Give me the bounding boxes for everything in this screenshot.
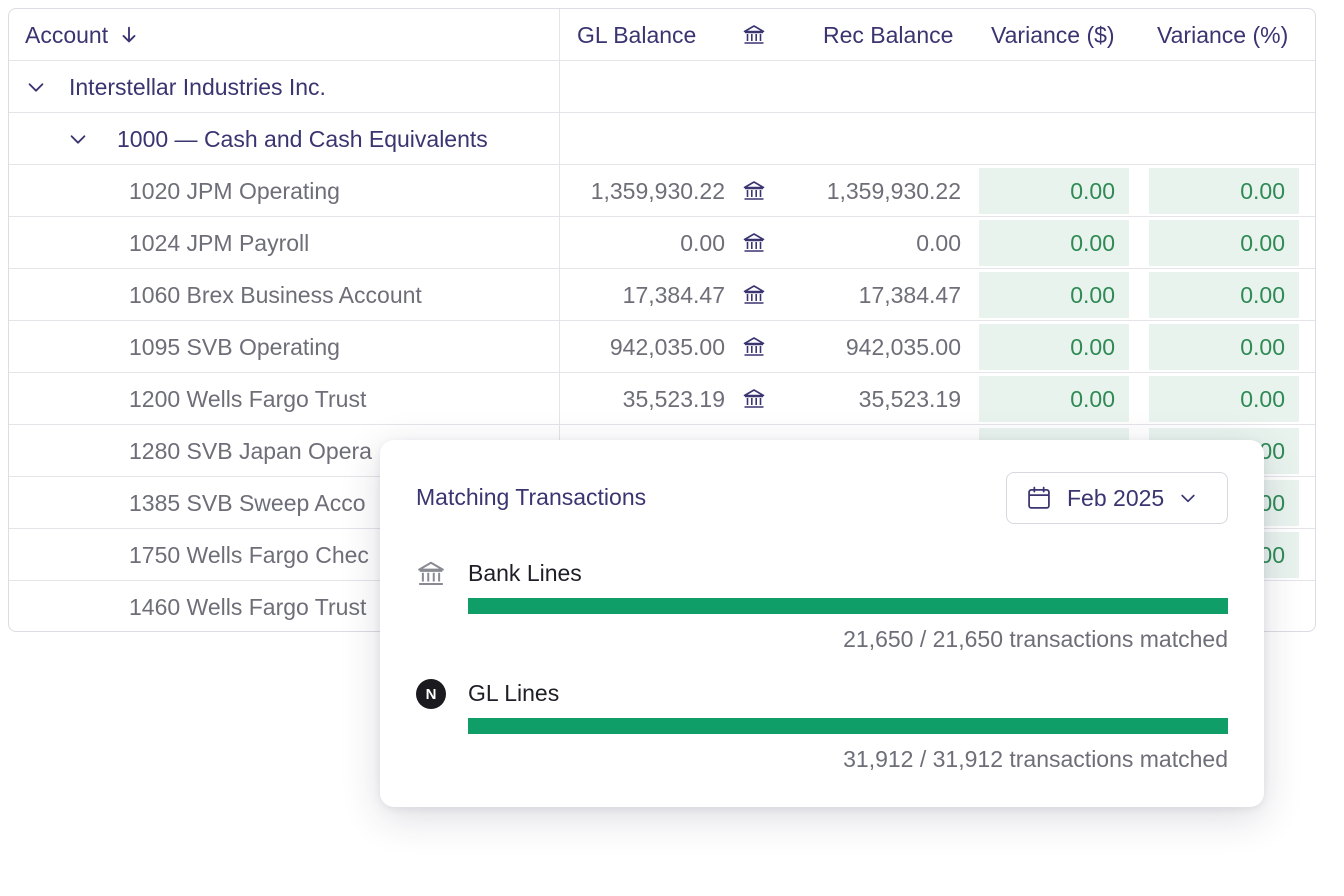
account-row[interactable]: 1095 SVB Operating 942,035.00 942,035.00 0.… — [9, 321, 1315, 373]
gl-balance-value: 0.00 — [680, 229, 725, 256]
account-row[interactable]: 1200 Wells Fargo Trust 35,523.19 35,523.19… — [9, 373, 1315, 425]
variance-pct-cell: 0.00 — [1149, 168, 1299, 214]
column-header-account[interactable]: Account — [25, 9, 140, 61]
column-header-variance-usd[interactable]: Variance ($) — [991, 9, 1115, 61]
account-group-row[interactable]: 1000 — Cash and Cash Equivalents — [9, 113, 1315, 165]
popover-title: Matching Transactions — [416, 484, 647, 510]
account-name[interactable]: 1750 Wells Fargo Chec — [129, 529, 369, 581]
account-name[interactable]: 1095 SVB Operating — [129, 321, 340, 373]
rec-balance-value: 35,523.19 — [858, 385, 961, 412]
account-name[interactable]: 1460 Wells Fargo Trust — [129, 581, 366, 631]
variance-pct-cell: 0.00 — [1149, 272, 1299, 318]
variance-usd-value: 0.00 — [1070, 229, 1115, 256]
bank-column-icon — [742, 9, 766, 61]
bank-icon[interactable] — [742, 217, 766, 269]
sort-down-arrow-icon — [122, 26, 136, 43]
gl-lines-progress-bar — [468, 718, 1228, 734]
account-name[interactable]: 1280 SVB Japan Opera — [129, 425, 372, 477]
variance-pct-value: 0.00 — [1240, 385, 1285, 412]
bank-icon[interactable] — [742, 269, 766, 321]
variance-pct-value: 0.00 — [1240, 177, 1285, 204]
column-divider — [559, 321, 560, 372]
column-header-gl-balance[interactable]: GL Balance — [577, 9, 696, 61]
variance-pct-cell: 0.00 — [1149, 220, 1299, 266]
date-picker-label: Feb 2025 — [1067, 484, 1165, 511]
chevron-down-icon — [1178, 488, 1198, 508]
variance-usd-cell: 0.00 — [979, 272, 1129, 318]
variance-usd-cell: 0.00 — [979, 324, 1129, 370]
variance-usd-value: 0.00 — [1070, 281, 1115, 308]
bank-icon — [416, 559, 446, 589]
gl-balance-value: 17,384.47 — [622, 281, 725, 308]
variance-usd-cell: 0.00 — [979, 168, 1129, 214]
entity-name: Interstellar Industries Inc. — [69, 73, 326, 100]
column-header-rec-balance[interactable]: Rec Balance — [823, 9, 953, 61]
gl-balance-value: 942,035.00 — [609, 333, 725, 360]
column-divider — [559, 61, 560, 112]
table-header-row: Account GL Balance Rec Balance Variance … — [9, 9, 1315, 61]
column-header-rec-balance-label: Rec Balance — [823, 21, 954, 48]
column-header-variance-pct[interactable]: Variance (%) — [1157, 9, 1288, 61]
matching-transactions-popover: Matching Transactions Feb 2025 Bank Line… — [380, 440, 1264, 807]
column-header-variance-usd-label: Variance ($) — [991, 21, 1115, 48]
netsuite-n-icon: N — [416, 679, 446, 709]
column-header-variance-pct-label: Variance (%) — [1157, 21, 1289, 48]
account-name[interactable]: 1200 Wells Fargo Trust — [129, 373, 366, 425]
account-row[interactable]: 1020 JPM Operating 1,359,930.22 1,359,930.… — [9, 165, 1315, 217]
column-divider — [559, 165, 560, 216]
account-row[interactable]: 1060 Brex Business Account 17,384.47 17,38… — [9, 269, 1315, 321]
gl-balance-value: 1,359,930.22 — [590, 177, 725, 204]
date-picker-button[interactable]: Feb 2025 — [1006, 472, 1228, 524]
entity-row[interactable]: Interstellar Industries Inc. — [9, 61, 1315, 113]
account-row[interactable]: 1024 JPM Payroll 0.00 0.00 0.00 0.00 — [9, 217, 1315, 269]
column-divider — [559, 373, 560, 424]
bank-lines-count: 21,650 / 21,650 transactions matched — [843, 626, 1228, 652]
variance-usd-value: 0.00 — [1070, 385, 1115, 412]
column-divider — [559, 217, 560, 268]
column-divider — [559, 269, 560, 320]
variance-usd-cell: 0.00 — [979, 376, 1129, 422]
bank-icon[interactable] — [742, 373, 766, 425]
bank-lines-progress-fill — [468, 598, 1228, 614]
column-divider — [559, 9, 560, 60]
gl-lines-progress-fill — [468, 718, 1228, 734]
variance-pct-value: 0.00 — [1240, 333, 1285, 360]
rec-balance-value: 942,035.00 — [845, 333, 961, 360]
bank-icon[interactable] — [742, 165, 766, 217]
column-header-account-label: Account — [25, 21, 109, 48]
gl-balance-value: 35,523.19 — [622, 385, 725, 412]
bank-lines-label: Bank Lines — [468, 560, 582, 586]
gl-lines-label: GL Lines — [468, 680, 560, 706]
column-header-gl-balance-label: GL Balance — [577, 21, 697, 48]
account-name[interactable]: 1024 JPM Payroll — [129, 217, 309, 269]
column-divider — [559, 113, 560, 164]
calendar-icon — [1028, 486, 1050, 509]
account-group-name: 1000 — Cash and Cash Equivalents — [117, 125, 488, 152]
variance-pct-cell: 0.00 — [1149, 376, 1299, 422]
variance-usd-cell: 0.00 — [979, 220, 1129, 266]
chevron-down-icon[interactable] — [67, 128, 89, 150]
rec-balance-value: 1,359,930.22 — [826, 177, 961, 204]
variance-pct-cell: 0.00 — [1149, 324, 1299, 370]
account-name[interactable]: 1020 JPM Operating — [129, 165, 340, 217]
gl-lines-count: 31,912 / 31,912 transactions matched — [843, 746, 1228, 772]
account-name[interactable]: 1060 Brex Business Account — [129, 269, 422, 321]
account-name[interactable]: 1385 SVB Sweep Acco — [129, 477, 366, 529]
bank-icon[interactable] — [742, 321, 766, 373]
variance-pct-value: 0.00 — [1240, 281, 1285, 308]
rec-balance-value: 0.00 — [916, 229, 961, 256]
chevron-down-icon[interactable] — [25, 76, 47, 98]
variance-pct-value: 0.00 — [1240, 229, 1285, 256]
variance-usd-value: 0.00 — [1070, 177, 1115, 204]
bank-lines-progress-bar — [468, 598, 1228, 614]
rec-balance-value: 17,384.47 — [858, 281, 961, 308]
variance-usd-value: 0.00 — [1070, 333, 1115, 360]
